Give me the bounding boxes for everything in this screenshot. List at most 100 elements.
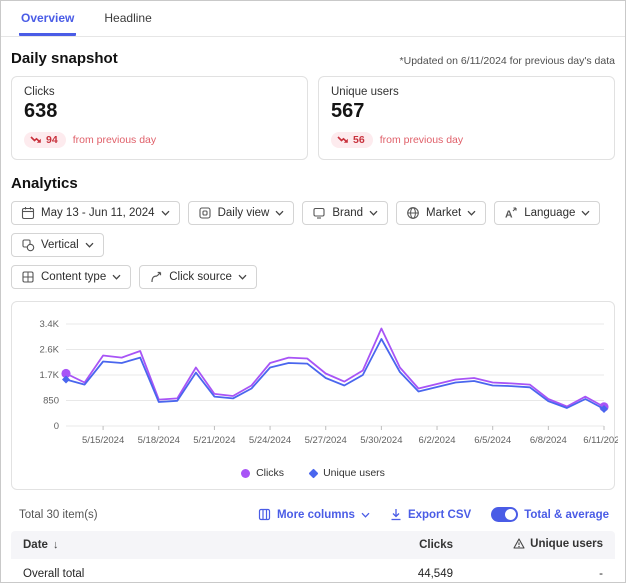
tab-bar: Overview Headline [1, 1, 625, 37]
items-count: Total 30 item(s) [19, 509, 98, 521]
view-icon [198, 206, 212, 220]
chart-legend: Clicks Unique users [18, 467, 608, 479]
more-columns-button[interactable]: More columns [258, 508, 370, 521]
content-type-filter[interactable]: Content type [11, 265, 131, 289]
vertical-filter[interactable]: Vertical [11, 233, 104, 257]
date-range-label: May 13 - Jun 11, 2024 [41, 207, 155, 219]
columns-icon [258, 508, 271, 521]
y-axis-label: 850 [43, 396, 59, 407]
x-axis-label: 5/15/2024 [82, 435, 124, 446]
y-axis-label: 3.4K [39, 319, 59, 330]
unique-users-card-value: 567 [331, 100, 602, 123]
vertical-label: Vertical [41, 239, 79, 251]
chevron-down-icon [369, 210, 378, 216]
tab-overview[interactable]: Overview [19, 11, 76, 36]
legend-item-unique-users[interactable]: Unique users [310, 467, 385, 479]
click-source-filter[interactable]: Click source [139, 265, 257, 289]
warning-icon [513, 538, 525, 549]
clicks-delta-badge: 94 [24, 132, 66, 148]
updated-note: *Updated on 6/11/2024 for previous day's… [400, 55, 615, 67]
chevron-down-icon [467, 210, 476, 216]
export-csv-label: Export CSV [408, 509, 471, 521]
download-icon [390, 508, 402, 521]
date-range-filter[interactable]: May 13 - Jun 11, 2024 [11, 201, 180, 225]
x-axis-label: 6/2/2024 [419, 435, 456, 446]
analytics-chart-card: 0 850 1.7K 2.6K 3.4K 5/15/2024 5/18/2024 5/21/2… [11, 301, 615, 490]
table-row-overall-total[interactable]: Overall total 44,549 - [11, 559, 615, 583]
diamond-marker-icon [309, 468, 319, 478]
x-axis-label: 6/11/2024 [583, 435, 618, 446]
vertical-icon [21, 238, 35, 252]
analytics-table: Date↓ Clicks Unique users Overall total … [11, 531, 615, 583]
view-granularity-label: Daily view [218, 207, 270, 219]
language-icon: A [504, 206, 518, 220]
daily-snapshot-title: Daily snapshot [11, 50, 118, 67]
filter-row-2: Content type Click source [11, 265, 615, 289]
unique-users-card-label: Unique users [331, 86, 602, 98]
calendar-icon [21, 206, 35, 220]
total-average-toggle-group: Total & average [491, 507, 609, 522]
x-axis-label: 5/21/2024 [193, 435, 235, 446]
x-axis-label: 5/27/2024 [305, 435, 347, 446]
clicks-line [66, 329, 604, 407]
language-filter[interactable]: A Language [494, 201, 600, 225]
unique-users-delta-badge: 56 [331, 132, 373, 148]
tab-headline[interactable]: Headline [102, 11, 153, 36]
column-header-date[interactable]: Date↓ [23, 539, 333, 551]
sort-descending-icon: ↓ [53, 539, 59, 551]
legend-item-clicks[interactable]: Clicks [241, 467, 284, 479]
y-axis-label: 1.7K [39, 370, 59, 381]
chevron-down-icon [238, 274, 247, 280]
trend-down-icon [30, 136, 42, 145]
circle-marker-icon [241, 469, 250, 478]
row-clicks: 44,549 [333, 568, 453, 580]
x-axis-label: 5/18/2024 [138, 435, 180, 446]
total-average-toggle[interactable] [491, 507, 518, 522]
content-type-label: Content type [41, 271, 106, 283]
clicks-card-value: 638 [24, 100, 295, 123]
y-axis-label: 2.6K [39, 345, 59, 356]
clicks-card-label: Clicks [24, 86, 295, 98]
svg-text:A: A [505, 209, 513, 221]
analytics-title: Analytics [11, 175, 615, 192]
analytics-dashboard: Overview Headline Daily snapshot *Update… [0, 0, 626, 583]
chevron-down-icon [275, 210, 284, 216]
chevron-down-icon [112, 274, 121, 280]
y-axis-label: 0 [54, 421, 59, 432]
export-csv-button[interactable]: Export CSV [390, 508, 471, 521]
click-source-label: Click source [169, 271, 232, 283]
column-header-unique-users[interactable]: Unique users [453, 538, 603, 553]
row-label: Overall total [23, 568, 333, 580]
unique-users-delta-suffix: from previous day [380, 134, 463, 146]
language-label: Language [524, 207, 575, 219]
market-filter[interactable]: Market [396, 201, 486, 225]
x-axis-label: 5/24/2024 [249, 435, 291, 446]
legend-label: Unique users [323, 467, 385, 479]
x-axis-label: 6/8/2024 [530, 435, 567, 446]
x-axis-label: 6/5/2024 [474, 435, 511, 446]
brand-filter[interactable]: Brand [302, 201, 388, 225]
market-label: Market [426, 207, 461, 219]
chevron-down-icon [161, 210, 170, 216]
chevron-down-icon [85, 242, 94, 248]
snapshot-cards: Clicks 638 94 from previous day Unique u… [11, 76, 615, 160]
click-source-icon [149, 270, 163, 284]
globe-icon [406, 206, 420, 220]
row-unique-users: - [453, 568, 603, 580]
x-axis-label: 5/30/2024 [360, 435, 402, 446]
chevron-down-icon [581, 210, 590, 216]
legend-label: Clicks [256, 467, 284, 479]
analytics-chart: 0 850 1.7K 2.6K 3.4K 5/15/2024 5/18/2024 5/21/2… [18, 314, 618, 460]
unique-users-card: Unique users 567 56 from previous day [318, 76, 615, 160]
clicks-card: Clicks 638 94 from previous day [11, 76, 308, 160]
clicks-delta-suffix: from previous day [73, 134, 156, 146]
more-columns-label: More columns [277, 509, 355, 521]
filter-row-1: May 13 - Jun 11, 2024 Daily view Brand M… [11, 201, 615, 257]
brand-icon [312, 206, 326, 220]
brand-label: Brand [332, 207, 363, 219]
chevron-down-icon [361, 512, 370, 518]
view-granularity-filter[interactable]: Daily view [188, 201, 295, 225]
content-type-icon [21, 270, 35, 284]
trend-down-icon [337, 136, 349, 145]
column-header-clicks[interactable]: Clicks [333, 539, 453, 551]
